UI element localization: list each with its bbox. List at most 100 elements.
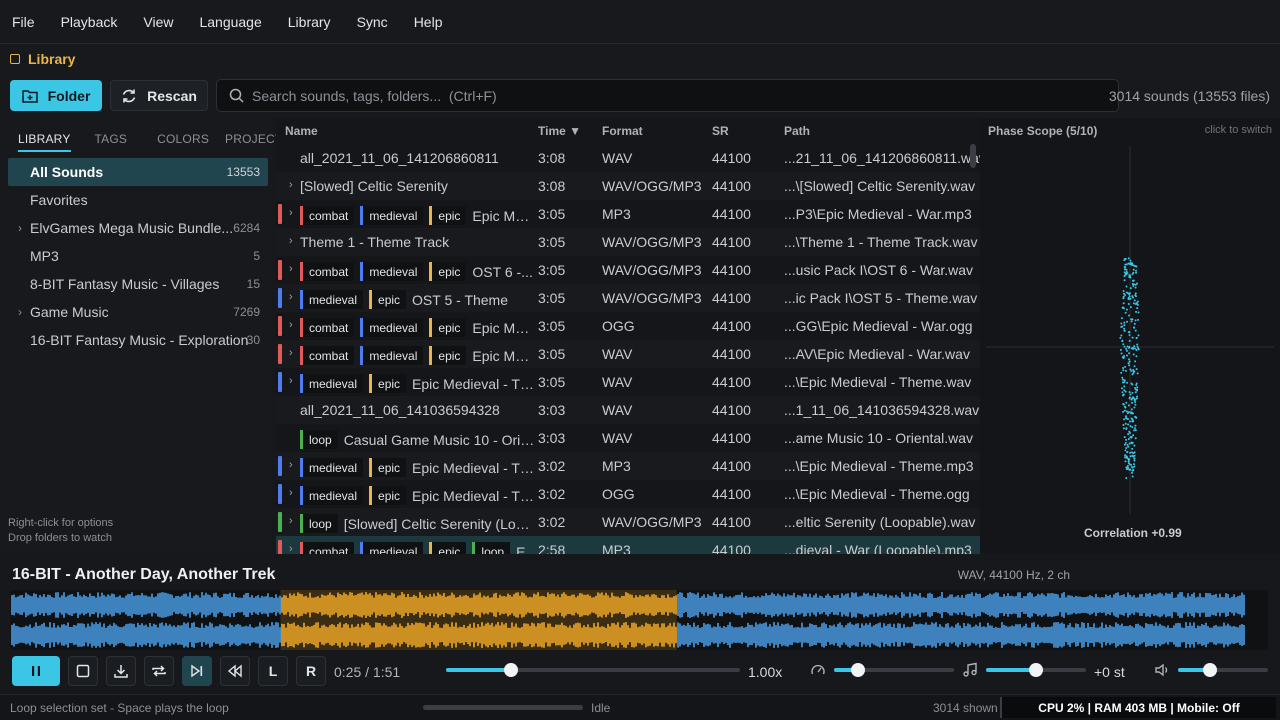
tag-badge[interactable]: combat	[300, 262, 355, 281]
chevron-right-icon[interactable]: ›	[18, 305, 22, 319]
loop-in-button[interactable]: L	[258, 656, 288, 686]
volume-slider-knob[interactable]	[1202, 663, 1217, 677]
speed-slider[interactable]	[834, 663, 954, 677]
expand-chevron-icon[interactable]: ›	[289, 207, 293, 219]
tag-badge[interactable]: epic	[429, 262, 467, 281]
phase-scope-panel[interactable]: Phase Scope (5/10) click to switch Corre…	[980, 118, 1280, 554]
menu-file[interactable]: File	[12, 14, 35, 30]
expand-chevron-icon[interactable]: ›	[289, 515, 293, 527]
column-header-format[interactable]: Format	[602, 124, 643, 138]
pause-button[interactable]	[12, 656, 60, 686]
menu-view[interactable]: View	[143, 14, 173, 30]
table-row[interactable]: › combat medieval epic Epic Medi...3:05 WAV 44…	[276, 340, 980, 368]
waveform[interactable]	[10, 590, 1268, 650]
tag-badge[interactable]: medieval	[360, 318, 424, 337]
sidebar-item-game-music[interactable]: › Game Music 7269	[8, 298, 268, 326]
tag-badge[interactable]: medieval	[300, 374, 364, 393]
add-folder-button[interactable]: Folder	[10, 80, 102, 111]
tag-badge[interactable]: epic	[369, 458, 407, 477]
tag-badge[interactable]: medieval	[360, 262, 424, 281]
sidebar-item-8-bit-fantasy-music-villages[interactable]: 8-BIT Fantasy Music - Villages 15	[8, 270, 268, 298]
loop-out-button[interactable]: R	[296, 656, 326, 686]
table-row[interactable]: › combat medieval epic loop Ep...2:58 MP3 44100…	[276, 536, 980, 554]
tag-badge[interactable]: loop	[300, 514, 338, 533]
menu-library[interactable]: Library	[288, 14, 331, 30]
expand-chevron-icon[interactable]: ›	[289, 543, 293, 554]
tab-tags[interactable]: TAGS	[95, 132, 128, 152]
table-row[interactable]: › medieval epic Epic Medieval - The... 3:02 M…	[276, 452, 980, 480]
expand-chevron-icon[interactable]: ›	[289, 291, 293, 303]
sidebar-item-favorites[interactable]: Favorites	[8, 186, 268, 214]
table-row[interactable]: › [Slowed] Celtic Serenity 3:08 WAV/OGG/MP3…	[276, 172, 980, 200]
seek-slider[interactable]	[446, 663, 740, 677]
table-row[interactable]: › combat medieval epic OST 6 -... 3:05 WAV/OGG…	[276, 256, 980, 284]
menu-sync[interactable]: Sync	[357, 14, 388, 30]
table-row[interactable]: › combat medieval epic Epic Medi...3:05 MP3 44…	[276, 200, 980, 228]
menu-help[interactable]: Help	[414, 14, 443, 30]
library-checkbox-icon[interactable]	[10, 54, 20, 64]
expand-chevron-icon[interactable]: ›	[289, 263, 293, 275]
column-header-name[interactable]: Name	[285, 124, 318, 138]
table-row[interactable]: › Theme 1 - Theme Track 3:05 WAV/OGG/MP3 441…	[276, 228, 980, 256]
tag-badge[interactable]: epic	[429, 346, 467, 365]
column-header-sr[interactable]: SR	[712, 124, 729, 138]
export-button[interactable]	[106, 656, 136, 686]
column-header-path[interactable]: Path	[784, 124, 810, 138]
tag-badge[interactable]: epic	[369, 486, 407, 505]
sidebar-item-16-bit-fantasy-music-exploration[interactable]: 16-BIT Fantasy Music - Exploration 30	[8, 326, 268, 354]
sidebar-item-all-sounds[interactable]: All Sounds 13553	[8, 158, 268, 186]
next-track-button[interactable]	[182, 656, 212, 686]
tag-badge[interactable]: epic	[429, 206, 467, 225]
chevron-right-icon[interactable]: ›	[18, 221, 22, 235]
expand-chevron-icon[interactable]: ›	[289, 459, 293, 471]
table-row[interactable]: › medieval epic OST 5 - Theme 3:05 WAV/OGG/MP…	[276, 284, 980, 312]
table-row[interactable]: loop Casual Game Music 10 - Orient... 3:03…	[276, 424, 980, 452]
tag-badge[interactable]: loop	[472, 542, 511, 554]
column-header-time[interactable]: Time ▼	[538, 124, 581, 138]
tab-colors[interactable]: COLORS	[157, 132, 209, 152]
expand-chevron-icon[interactable]: ›	[289, 179, 293, 191]
table-row[interactable]: › loop [Slowed] Celtic Serenity (Loopa... 3…	[276, 508, 980, 536]
tag-badge[interactable]: epic	[429, 542, 467, 554]
tag-badge[interactable]: medieval	[360, 206, 424, 225]
menu-playback[interactable]: Playback	[61, 14, 118, 30]
tag-badge[interactable]: medieval	[360, 542, 424, 554]
tag-badge[interactable]: combat	[300, 206, 355, 225]
table-scrollbar[interactable]	[970, 144, 976, 168]
tag-badge[interactable]: medieval	[360, 346, 424, 365]
table-row[interactable]: › medieval epic Epic Medieval - The... 3:05 W…	[276, 368, 980, 396]
table-row[interactable]: › medieval epic Epic Medieval - The... 3:02 O…	[276, 480, 980, 508]
volume-slider[interactable]	[1178, 663, 1268, 677]
tag-badge[interactable]: loop	[300, 430, 338, 449]
rescan-button[interactable]: Rescan	[110, 80, 208, 111]
tag-badge[interactable]: combat	[300, 318, 355, 337]
tag-badge[interactable]: epic	[369, 374, 407, 393]
table-row[interactable]: all_2021_11_06_141036594328 3:03 WAV 44100.…	[276, 396, 980, 424]
expand-chevron-icon[interactable]: ›	[289, 347, 293, 359]
tag-badge[interactable]: combat	[300, 542, 355, 554]
tag-badge[interactable]: medieval	[300, 486, 364, 505]
rewind-button[interactable]	[220, 656, 250, 686]
sidebar-item-mp3[interactable]: MP3 5	[8, 242, 268, 270]
expand-chevron-icon[interactable]: ›	[289, 375, 293, 387]
tag-badge[interactable]: epic	[369, 290, 407, 309]
menu-language[interactable]: Language	[199, 14, 261, 30]
stop-button[interactable]	[68, 656, 98, 686]
expand-chevron-icon[interactable]: ›	[289, 235, 293, 247]
expand-chevron-icon[interactable]: ›	[289, 487, 293, 499]
tag-badge[interactable]: combat	[300, 346, 355, 365]
table-row[interactable]: all_2021_11_06_141206860811 3:08 WAV 44100.…	[276, 144, 980, 172]
pitch-slider[interactable]	[986, 663, 1086, 677]
tag-badge[interactable]: medieval	[300, 458, 364, 477]
tag-badge[interactable]: medieval	[300, 290, 364, 309]
loop-toggle-button[interactable]	[144, 656, 174, 686]
tab-library[interactable]: LIBRARY	[18, 132, 71, 152]
tag-badge[interactable]: epic	[429, 318, 467, 337]
speed-slider-knob[interactable]	[851, 663, 865, 677]
pitch-slider-knob[interactable]	[1029, 663, 1043, 677]
table-row[interactable]: › combat medieval epic Epic Medi...3:05 OGG 44…	[276, 312, 980, 340]
seek-slider-knob[interactable]	[503, 663, 518, 677]
expand-chevron-icon[interactable]: ›	[289, 319, 293, 331]
sidebar-item-elvgames-mega-music-bundle[interactable]: › ElvGames Mega Music Bundle... 6284	[8, 214, 268, 242]
search-input[interactable]	[252, 87, 1052, 104]
